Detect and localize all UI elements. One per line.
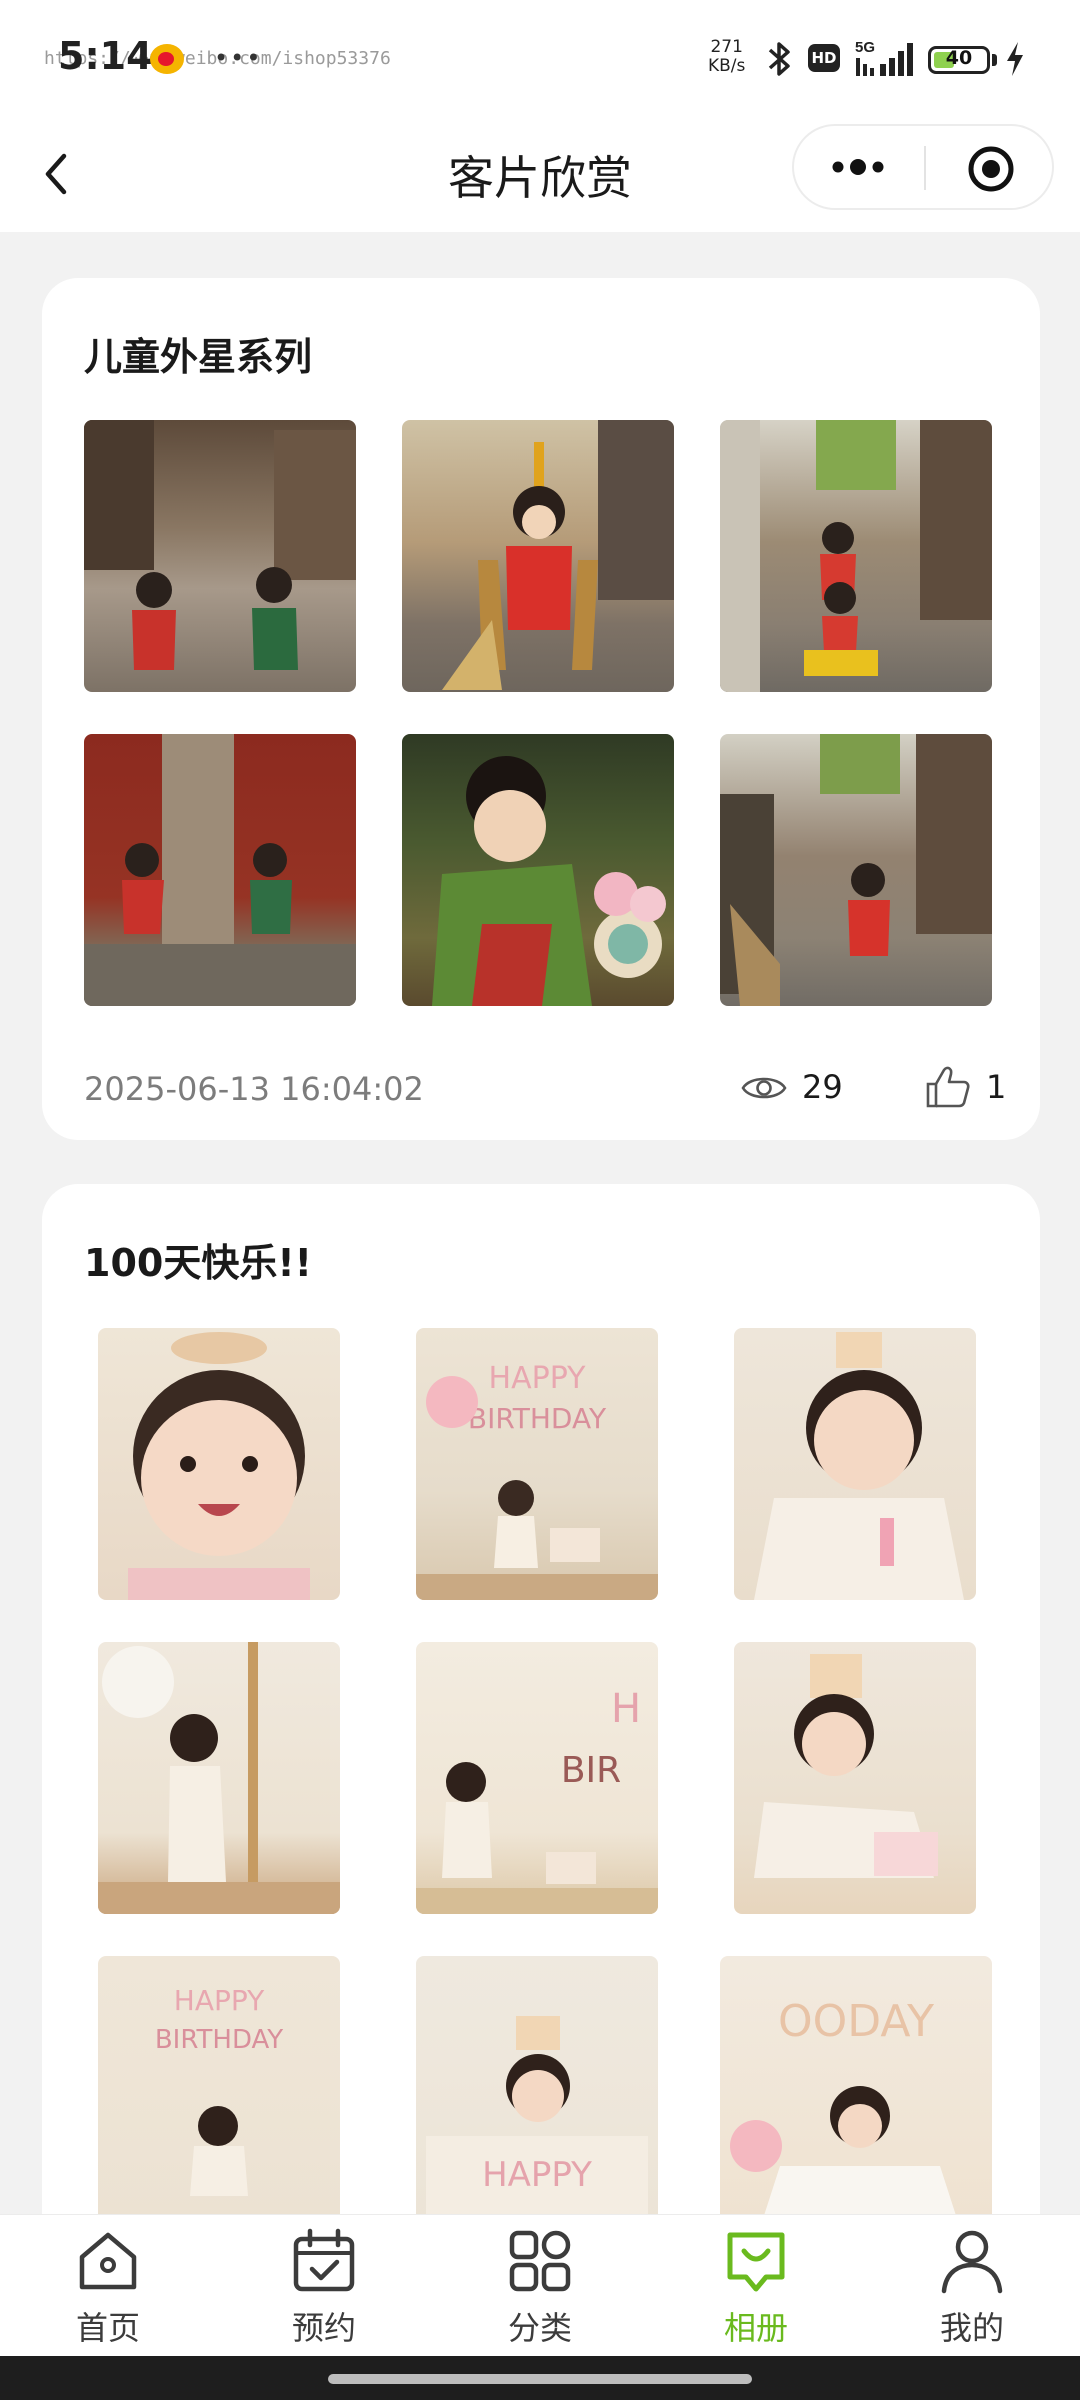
capsule-divider: [924, 146, 926, 190]
album-photo[interactable]: [734, 1328, 976, 1600]
network-speed-unit: KB/s: [708, 56, 746, 76]
like-count: 1: [986, 1068, 1007, 1106]
tab-label: 首页: [75, 2309, 140, 2347]
album-photo[interactable]: [402, 420, 674, 692]
album-photo[interactable]: HAPPY: [416, 1956, 658, 2228]
album-icon: [727, 2232, 785, 2292]
svg-text:HAPPY: HAPPY: [482, 2155, 592, 2195]
bottom-tab-bar: 首页 预约 分类 相册 我的: [0, 2214, 1080, 2357]
album-photo[interactable]: [84, 420, 356, 692]
tab-booking[interactable]: 预约: [244, 2227, 404, 2357]
tab-label: 我的: [939, 2309, 1004, 2347]
svg-text:BIRTHDAY: BIRTHDAY: [468, 1402, 607, 1435]
svg-text:BIR: BIR: [561, 1750, 621, 1791]
system-navigation-area: [0, 2356, 1080, 2400]
eye-icon: [741, 1077, 787, 1099]
album-photo[interactable]: [98, 1328, 340, 1600]
album-photo[interactable]: H BIR: [416, 1642, 658, 1914]
category-grid-icon: [509, 2230, 571, 2292]
svg-text:HAPPY: HAPPY: [174, 1984, 265, 2017]
tab-album[interactable]: 相册: [676, 2227, 836, 2357]
tab-me[interactable]: 我的: [892, 2227, 1052, 2357]
album-title: 100天快乐!!: [84, 1241, 312, 1285]
svg-text:OODAY: OODAY: [778, 1996, 934, 2047]
bluetooth-icon: [768, 42, 790, 76]
album-card[interactable]: 100天快乐!! HAPPY BIRTHDAY H BIR HAPPY BIRT…: [42, 1184, 1040, 2284]
network-type: 5G: [855, 39, 875, 56]
home-indicator[interactable]: [328, 2374, 752, 2384]
weibo-icon: [150, 44, 184, 74]
album-photo[interactable]: [720, 734, 992, 1006]
home-icon: [79, 2232, 137, 2290]
tab-label: 相册: [723, 2309, 788, 2347]
album-photo[interactable]: [98, 1642, 340, 1914]
svg-text:BIRTHDAY: BIRTHDAY: [155, 2025, 283, 2055]
battery-tip: [992, 54, 997, 66]
signal-icon: 5G: [855, 39, 913, 76]
svg-text:HAPPY: HAPPY: [489, 1361, 587, 1396]
charging-bolt-icon: [1007, 42, 1023, 76]
album-photo[interactable]: [734, 1642, 976, 1914]
network-speed: 271 KB/s: [708, 38, 745, 76]
tab-label: 分类: [507, 2309, 572, 2347]
view-count: 29: [802, 1068, 843, 1106]
status-time: 5:14: [58, 34, 153, 78]
notification-dots-icon: •••: [214, 44, 263, 72]
status-bar: https://www.weibo.com/ishop53376 5:14 ••…: [0, 0, 1080, 120]
person-icon: [941, 2230, 1003, 2294]
album-date: 2025-06-13 16:04:02: [84, 1070, 424, 1108]
battery-level: 40: [945, 47, 973, 69]
mini-program-capsule: [792, 124, 1054, 210]
battery-icon: 40: [928, 46, 990, 74]
album-photo[interactable]: OODAY: [720, 1956, 992, 2228]
album-photo[interactable]: HAPPY BIRTHDAY: [416, 1328, 658, 1600]
album-photo[interactable]: [402, 734, 674, 1006]
network-speed-value: 271: [710, 37, 743, 57]
hd-badge: HD: [808, 44, 840, 72]
album-card[interactable]: 儿童外星系列 2025-06-13 16:04:02 29 1: [42, 278, 1040, 1140]
album-title: 儿童外星系列: [84, 335, 313, 379]
tab-label: 预约: [291, 2309, 356, 2347]
album-photo[interactable]: [84, 734, 356, 1006]
close-mini-program-icon[interactable]: [966, 144, 1016, 194]
album-photo[interactable]: HAPPY BIRTHDAY: [98, 1956, 340, 2228]
tab-category[interactable]: 分类: [460, 2227, 620, 2357]
more-options-icon[interactable]: [826, 152, 890, 182]
navigation-bar: 客片欣赏: [0, 120, 1080, 232]
like-thumb-icon[interactable]: [922, 1062, 972, 1112]
tab-home[interactable]: 首页: [28, 2227, 188, 2357]
svg-text:H: H: [611, 1686, 641, 1732]
album-photo[interactable]: [720, 420, 992, 692]
calendar-check-icon: [293, 2228, 355, 2292]
